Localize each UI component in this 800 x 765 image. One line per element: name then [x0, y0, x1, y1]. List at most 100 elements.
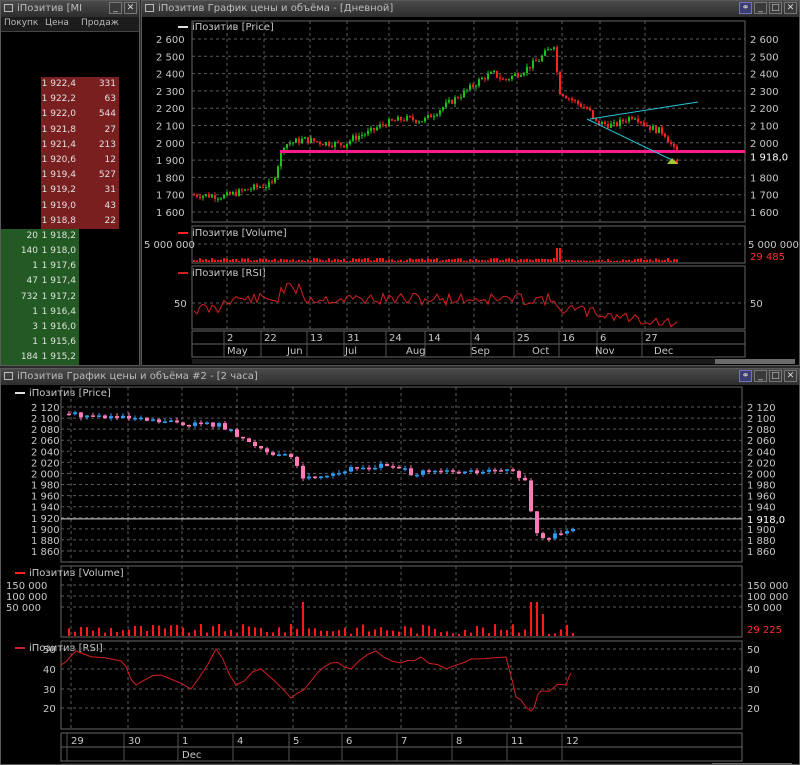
- buy-cell[interactable]: 1: [1, 304, 41, 320]
- ask-row[interactable]: 1 920,6 12: [1, 152, 139, 169]
- sell-cell[interactable]: [79, 274, 119, 289]
- bid-row[interactable]: 31 916,0: [1, 320, 139, 336]
- sell-cell[interactable]: 31: [79, 183, 119, 199]
- price-cell[interactable]: 1 917,4: [41, 274, 79, 290]
- daily-chart-titlebar[interactable]: iПозитив График цены и объёма - [Дневной…: [142, 1, 799, 18]
- price-cell[interactable]: 1 915,2: [41, 350, 79, 365]
- buy-cell[interactable]: [1, 92, 41, 107]
- bid-row[interactable]: 11 917,6: [1, 259, 139, 275]
- horizontal-scrollbar[interactable]: [61, 763, 792, 764]
- daily-chart[interactable]: iПозитив [Price] 2 600 2 600 2 500 2 500 2 40…: [142, 17, 799, 365]
- buy-cell[interactable]: [1, 199, 41, 214]
- buy-cell[interactable]: 140: [1, 244, 41, 260]
- price-cell[interactable]: 1 918,8: [41, 213, 79, 229]
- buy-cell[interactable]: [1, 183, 41, 198]
- bid-row[interactable]: 11 916,4: [1, 304, 139, 320]
- minimize-button[interactable]: _: [109, 2, 122, 14]
- ask-row[interactable]: 1 921,4 213: [1, 137, 139, 153]
- price-cell[interactable]: 1 915,6: [41, 335, 79, 351]
- column-header-price[interactable]: Цена: [41, 17, 79, 31]
- buy-cell[interactable]: [1, 123, 41, 138]
- link-icon[interactable]: ⚭: [739, 370, 752, 382]
- price-cell[interactable]: 1 918,2: [41, 228, 79, 245]
- sell-cell[interactable]: [79, 320, 119, 335]
- buy-cell[interactable]: 3: [1, 320, 41, 336]
- buy-cell[interactable]: [1, 214, 41, 229]
- buy-cell[interactable]: [1, 107, 41, 122]
- bid-row[interactable]: 47 1 917,4: [1, 274, 139, 290]
- sell-cell[interactable]: [79, 350, 119, 365]
- bid-row[interactable]: 11 915,6: [1, 335, 139, 351]
- close-button[interactable]: ✕: [784, 370, 797, 382]
- sell-cell[interactable]: [79, 290, 119, 305]
- sell-cell[interactable]: 12: [79, 152, 119, 169]
- column-header-buy[interactable]: Покупк: [1, 17, 41, 31]
- volume-bar: [475, 258, 477, 262]
- hourly-chart[interactable]: iПозитив [Price]2 120 2 1202 100 2 1002 08…: [1, 385, 799, 764]
- price-cell[interactable]: 1 919,2: [41, 183, 79, 199]
- price-cell[interactable]: 1 918,0: [41, 244, 79, 260]
- buy-cell[interactable]: 1: [1, 259, 41, 275]
- price-cell[interactable]: 1 921,8: [41, 122, 79, 138]
- sell-cell[interactable]: 22: [79, 213, 119, 229]
- price-cell[interactable]: 1 922,2: [41, 92, 79, 108]
- sell-cell[interactable]: [79, 244, 119, 259]
- buy-cell[interactable]: [1, 77, 41, 92]
- buy-cell[interactable]: [1, 168, 41, 183]
- sell-cell[interactable]: [79, 229, 119, 244]
- sell-cell[interactable]: [79, 335, 119, 350]
- scrollbar-thumb[interactable]: [712, 763, 792, 764]
- bid-row[interactable]: 20 1 918,2: [1, 228, 139, 245]
- price-cell[interactable]: 1 921,4: [41, 137, 79, 153]
- horizontal-scrollbar[interactable]: [192, 359, 795, 364]
- close-button[interactable]: ✕: [124, 2, 137, 14]
- ask-row[interactable]: 1 921,8 27: [1, 122, 139, 138]
- ask-row[interactable]: 1 919,0 43: [1, 198, 139, 214]
- buy-cell[interactable]: 20: [1, 228, 41, 245]
- sell-cell[interactable]: 527: [79, 168, 119, 184]
- bid-row[interactable]: 184 1 915,2: [1, 350, 139, 365]
- ask-row[interactable]: 1 919,4 527: [1, 168, 139, 184]
- minimize-button[interactable]: _: [754, 2, 767, 14]
- maximize-button[interactable]: □: [769, 370, 782, 382]
- ask-row[interactable]: 1 922,0 544: [1, 107, 139, 123]
- sell-cell[interactable]: 27: [79, 122, 119, 138]
- ask-row[interactable]: 1 919,2 31: [1, 183, 139, 199]
- price-cell[interactable]: 1 922,4: [41, 77, 79, 93]
- ask-row[interactable]: 1 918,8 22: [1, 213, 139, 229]
- price-cell[interactable]: 1 919,0: [41, 198, 79, 214]
- price-cell[interactable]: 1 916,0: [41, 320, 79, 336]
- candle-body: [373, 467, 377, 470]
- scrollbar-thumb[interactable]: [715, 359, 795, 364]
- hourly-chart-titlebar[interactable]: iПозитив График цены и объёма #2 - [2 ча…: [1, 369, 799, 386]
- price-cell[interactable]: 1 917,2: [41, 289, 79, 305]
- buy-cell[interactable]: 184: [1, 350, 41, 365]
- close-button[interactable]: ✕: [784, 2, 797, 14]
- price-cell[interactable]: 1 922,0: [41, 107, 79, 123]
- sell-cell[interactable]: 63: [79, 92, 119, 108]
- ask-row[interactable]: 1 922,2 63: [1, 92, 139, 108]
- price-cell[interactable]: 1 920,6: [41, 152, 79, 169]
- ask-row[interactable]: 1 922,4 331: [1, 77, 139, 93]
- buy-cell[interactable]: 47: [1, 274, 41, 290]
- bid-row[interactable]: 140 1 918,0: [1, 244, 139, 260]
- sell-cell[interactable]: 43: [79, 198, 119, 214]
- minimize-button[interactable]: _: [754, 370, 767, 382]
- sell-cell[interactable]: 213: [79, 137, 119, 153]
- sell-cell[interactable]: 331: [79, 77, 119, 93]
- sell-cell[interactable]: [79, 259, 119, 274]
- price-cell[interactable]: 1 917,6: [41, 259, 79, 275]
- column-header-sell[interactable]: Продаж: [79, 17, 119, 31]
- price-cell[interactable]: 1 916,4: [41, 304, 79, 320]
- sell-cell[interactable]: 544: [79, 107, 119, 123]
- maximize-button[interactable]: □: [769, 2, 782, 14]
- buy-cell[interactable]: 1: [1, 335, 41, 351]
- order-book-titlebar[interactable]: iПозитив [MI _ ✕: [1, 1, 139, 18]
- buy-cell[interactable]: [1, 138, 41, 153]
- buy-cell[interactable]: 732: [1, 289, 41, 305]
- link-icon[interactable]: ⚭: [739, 2, 752, 14]
- sell-cell[interactable]: [79, 305, 119, 320]
- price-cell[interactable]: 1 919,4: [41, 168, 79, 184]
- bid-row[interactable]: 732 1 917,2: [1, 289, 139, 305]
- buy-cell[interactable]: [1, 153, 41, 168]
